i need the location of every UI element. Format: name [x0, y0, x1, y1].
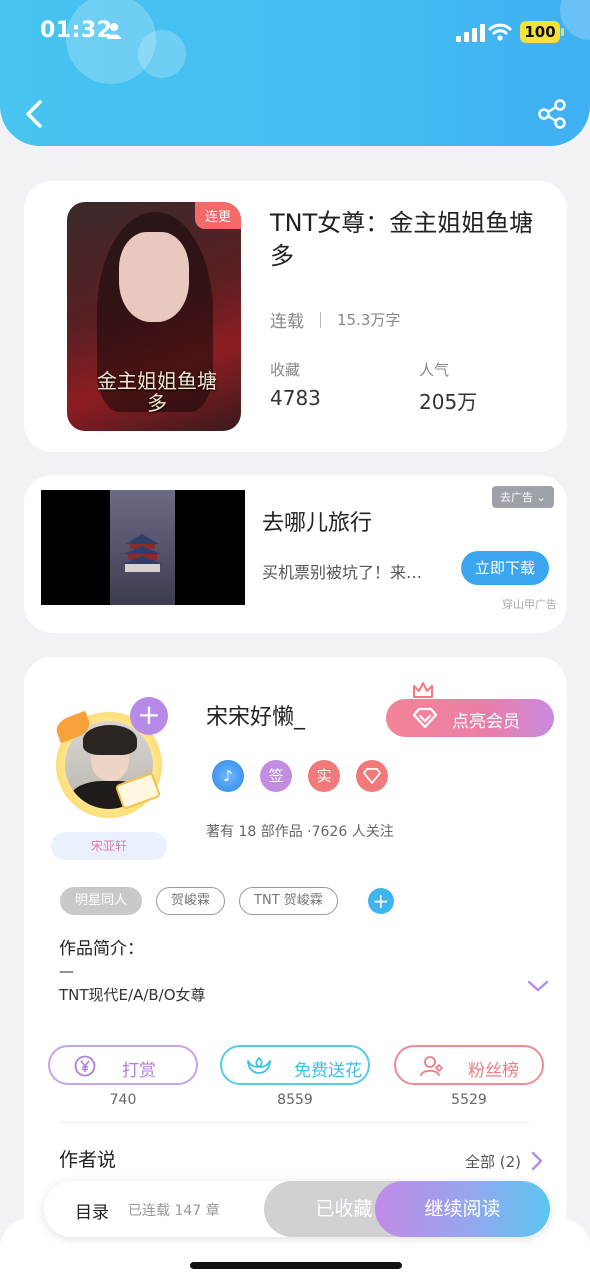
crown-icon: [413, 682, 433, 698]
reward-button[interactable]: 打赏: [48, 1045, 198, 1085]
tag-list: 明星同人 贺峻霖 TNT 贺峻霖 +: [60, 887, 394, 915]
verified-badge[interactable]: 实: [308, 760, 340, 792]
signal-icon: [456, 24, 485, 42]
intro-label: 作品简介：: [59, 939, 144, 959]
music-badge-icon[interactable]: ♪: [212, 760, 244, 792]
book-title: TNT女尊：金主姐姐鱼塘多: [270, 209, 534, 270]
author-says-title: 作者说: [59, 1149, 117, 1171]
send-flower-button[interactable]: 免费送花: [220, 1045, 370, 1085]
tag-item[interactable]: TNT 贺峻霖: [239, 887, 338, 915]
temple-image: [122, 534, 163, 572]
cover-art-face: [119, 232, 189, 322]
favorites-stat: 收藏 4783: [270, 359, 321, 410]
author-name[interactable]: 宋宋好懒_: [206, 699, 305, 731]
cover-title: 金主姐姐鱼塘多: [97, 369, 217, 415]
share-icon[interactable]: [536, 98, 568, 130]
continue-reading-button[interactable]: 继续阅读: [375, 1181, 550, 1237]
ad-video-frame: [110, 490, 175, 605]
view-all-link[interactable]: 全部 (2): [465, 1151, 521, 1172]
chevron-down-icon[interactable]: [527, 979, 549, 993]
follow-button[interactable]: +: [130, 697, 168, 735]
vip-button[interactable]: 点亮会员: [386, 699, 554, 737]
reward-count: 740: [109, 1092, 137, 1108]
ad-download-button[interactable]: 立即下载: [461, 551, 549, 585]
tag-item[interactable]: 贺峻霖: [156, 887, 226, 915]
reward-label: 打赏: [122, 1061, 156, 1081]
popularity-label: 人气: [419, 361, 450, 379]
wifi-icon: [488, 23, 512, 41]
vip-label: 点亮会员: [452, 712, 520, 732]
ad-title: 去哪儿旅行: [262, 511, 373, 536]
header: 01:32 100: [0, 0, 590, 146]
tag-item[interactable]: 明星同人: [60, 887, 143, 915]
ad-video[interactable]: [41, 490, 245, 605]
fan-user-icon: [420, 1056, 444, 1077]
flower-label: 免费送花: [294, 1061, 362, 1081]
book-status: 连载: [270, 312, 304, 332]
author-card: + 宋亚轩 宋宋好懒_ 点亮会员 ♪ 签 实 著有 18 部作品 ·7626 人…: [24, 657, 567, 1257]
fans-label: 粉丝榜: [468, 1061, 519, 1081]
chapter-count: 已连载 147 章: [128, 1203, 220, 1219]
divider: [59, 1122, 529, 1123]
table-of-contents-button[interactable]: 目录: [75, 1198, 109, 1223]
chevron-right-icon[interactable]: [530, 1151, 544, 1171]
person-icon: [107, 23, 121, 39]
bottom-action-bar: 目录 已连载 147 章 已收藏 继续阅读: [44, 1181, 550, 1237]
battery-icon: 100: [520, 21, 564, 43]
remove-ad-label: 去广告: [500, 491, 533, 504]
word-count: 15.3万字: [337, 311, 401, 329]
status-bar: 01:32 100: [0, 0, 590, 66]
divider: [320, 311, 321, 328]
yen-icon: [74, 1055, 96, 1077]
intro-dash: —: [59, 962, 74, 980]
fans-count: 5529: [451, 1092, 487, 1108]
add-tag-button[interactable]: +: [367, 888, 394, 914]
avatar-tag: 宋亚轩: [51, 832, 167, 860]
flower-count: 8559: [277, 1092, 313, 1108]
remove-ad-button[interactable]: 去广告 ⌄: [492, 486, 554, 508]
popularity-value: 205万: [419, 390, 478, 414]
favorites-value: 4783: [270, 386, 321, 410]
book-info-card: 金主姐姐鱼塘多 连更 TNT女尊：金主姐姐鱼塘多 连载 15.3万字 收藏 47…: [24, 181, 567, 452]
chevron-down-icon: ⌄: [536, 491, 546, 504]
book-status-row: 连载 15.3万字: [270, 307, 400, 332]
back-button[interactable]: [20, 96, 50, 132]
ad-source: 穿山甲广告: [502, 598, 557, 611]
home-indicator: [190, 1262, 402, 1269]
status-time: 01:32: [40, 18, 113, 43]
fans-ranking-button[interactable]: 粉丝榜: [394, 1045, 544, 1085]
author-badges: ♪ 签 实: [212, 760, 388, 792]
popularity-stat: 人气 205万: [419, 359, 477, 415]
favorites-label: 收藏: [270, 361, 301, 379]
intro-text: TNT现代E/A/B/O女尊: [59, 986, 206, 1004]
diamond-icon: [412, 707, 438, 729]
book-cover[interactable]: 金主姐姐鱼塘多 连更: [67, 202, 241, 431]
author-works-summary: 著有 18 部作品 ·7626 人关注: [206, 824, 394, 840]
serializing-badge: 连更: [194, 202, 241, 229]
signed-badge[interactable]: 签: [260, 760, 292, 792]
ad-card[interactable]: 去哪儿旅行 买机票别被坑了！来… 立即下载 去广告 ⌄ 穿山甲广告: [24, 475, 567, 633]
flower-icon: [247, 1057, 271, 1074]
diamond-badge-icon[interactable]: [356, 760, 388, 792]
ad-description: 买机票别被坑了！来…: [262, 563, 423, 582]
